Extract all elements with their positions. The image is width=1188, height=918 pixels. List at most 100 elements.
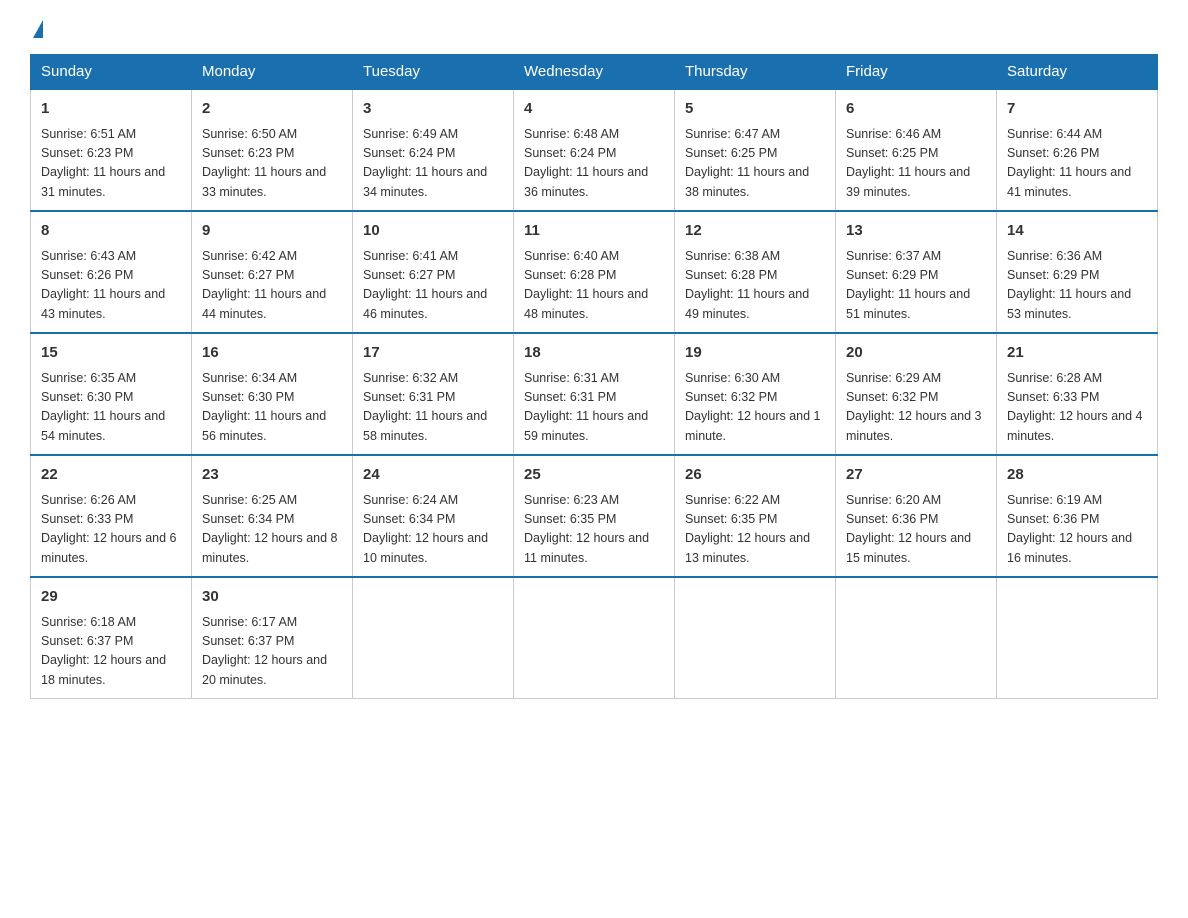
day-cell-23: 23 Sunrise: 6:25 AMSunset: 6:34 PMDayligh… xyxy=(192,455,353,577)
day-number: 11 xyxy=(524,220,664,243)
day-info: Sunrise: 6:28 AMSunset: 6:33 PMDaylight:… xyxy=(1007,369,1147,447)
day-cell-28: 28 Sunrise: 6:19 AMSunset: 6:36 PMDayligh… xyxy=(997,455,1158,577)
day-cell-24: 24 Sunrise: 6:24 AMSunset: 6:34 PMDayligh… xyxy=(353,455,514,577)
day-cell-6: 6 Sunrise: 6:46 AMSunset: 6:25 PMDaylight… xyxy=(836,89,997,211)
day-number: 26 xyxy=(685,464,825,487)
day-info: Sunrise: 6:30 AMSunset: 6:32 PMDaylight:… xyxy=(685,369,825,447)
day-number: 13 xyxy=(846,220,986,243)
weekday-header-sunday: Sunday xyxy=(31,55,192,90)
week-row-5: 29 Sunrise: 6:18 AMSunset: 6:37 PMDayligh… xyxy=(31,577,1158,699)
weekday-header-wednesday: Wednesday xyxy=(514,55,675,90)
day-info: Sunrise: 6:19 AMSunset: 6:36 PMDaylight:… xyxy=(1007,491,1147,569)
day-cell-16: 16 Sunrise: 6:34 AMSunset: 6:30 PMDayligh… xyxy=(192,333,353,455)
day-cell-1: 1 Sunrise: 6:51 AMSunset: 6:23 PMDaylight… xyxy=(31,89,192,211)
day-number: 24 xyxy=(363,464,503,487)
day-cell-2: 2 Sunrise: 6:50 AMSunset: 6:23 PMDaylight… xyxy=(192,89,353,211)
day-cell-7: 7 Sunrise: 6:44 AMSunset: 6:26 PMDaylight… xyxy=(997,89,1158,211)
day-info: Sunrise: 6:46 AMSunset: 6:25 PMDaylight:… xyxy=(846,125,986,203)
day-cell-9: 9Sunrise: 6:42 AMSunset: 6:27 PMDaylight… xyxy=(192,211,353,333)
day-cell-8: 8 Sunrise: 6:43 AMSunset: 6:26 PMDaylight… xyxy=(31,211,192,333)
day-number: 17 xyxy=(363,342,503,365)
day-cell-20: 20 Sunrise: 6:29 AMSunset: 6:32 PMDayligh… xyxy=(836,333,997,455)
weekday-header-tuesday: Tuesday xyxy=(353,55,514,90)
day-number: 8 xyxy=(41,220,181,243)
day-info: Sunrise: 6:38 AMSunset: 6:28 PMDaylight:… xyxy=(685,247,825,325)
day-info: Sunrise: 6:24 AMSunset: 6:34 PMDaylight:… xyxy=(363,491,503,569)
day-number: 7 xyxy=(1007,98,1147,121)
day-cell-25: 25 Sunrise: 6:23 AMSunset: 6:35 PMDayligh… xyxy=(514,455,675,577)
day-number: 20 xyxy=(846,342,986,365)
empty-cell xyxy=(997,577,1158,699)
day-info: Sunrise: 6:31 AMSunset: 6:31 PMDaylight:… xyxy=(524,369,664,447)
day-cell-22: 22Sunrise: 6:26 AMSunset: 6:33 PMDayligh… xyxy=(31,455,192,577)
week-row-4: 22Sunrise: 6:26 AMSunset: 6:33 PMDayligh… xyxy=(31,455,1158,577)
day-number: 1 xyxy=(41,98,181,121)
day-info: Sunrise: 6:20 AMSunset: 6:36 PMDaylight:… xyxy=(846,491,986,569)
day-number: 29 xyxy=(41,586,181,609)
day-info: Sunrise: 6:17 AMSunset: 6:37 PMDaylight:… xyxy=(202,613,342,691)
day-info: Sunrise: 6:43 AMSunset: 6:26 PMDaylight:… xyxy=(41,247,181,325)
day-info: Sunrise: 6:36 AMSunset: 6:29 PMDaylight:… xyxy=(1007,247,1147,325)
day-number: 3 xyxy=(363,98,503,121)
weekday-header-row: SundayMondayTuesdayWednesdayThursdayFrid… xyxy=(31,55,1158,90)
day-number: 30 xyxy=(202,586,342,609)
day-info: Sunrise: 6:18 AMSunset: 6:37 PMDaylight:… xyxy=(41,613,181,691)
weekday-header-thursday: Thursday xyxy=(675,55,836,90)
day-number: 18 xyxy=(524,342,664,365)
day-info: Sunrise: 6:50 AMSunset: 6:23 PMDaylight:… xyxy=(202,125,342,203)
day-cell-10: 10 Sunrise: 6:41 AMSunset: 6:27 PMDayligh… xyxy=(353,211,514,333)
day-number: 16 xyxy=(202,342,342,365)
day-number: 6 xyxy=(846,98,986,121)
day-cell-3: 3 Sunrise: 6:49 AMSunset: 6:24 PMDaylight… xyxy=(353,89,514,211)
empty-cell xyxy=(514,577,675,699)
day-number: 27 xyxy=(846,464,986,487)
day-number: 2 xyxy=(202,98,342,121)
day-info: Sunrise: 6:47 AMSunset: 6:25 PMDaylight:… xyxy=(685,125,825,203)
page-header xyxy=(30,20,1158,36)
day-number: 5 xyxy=(685,98,825,121)
day-number: 19 xyxy=(685,342,825,365)
day-number: 10 xyxy=(363,220,503,243)
week-row-2: 8 Sunrise: 6:43 AMSunset: 6:26 PMDaylight… xyxy=(31,211,1158,333)
day-cell-18: 18 Sunrise: 6:31 AMSunset: 6:31 PMDayligh… xyxy=(514,333,675,455)
logo-triangle-icon xyxy=(33,20,43,38)
day-number: 21 xyxy=(1007,342,1147,365)
day-info: Sunrise: 6:25 AMSunset: 6:34 PMDaylight:… xyxy=(202,491,342,569)
day-cell-17: 17 Sunrise: 6:32 AMSunset: 6:31 PMDayligh… xyxy=(353,333,514,455)
day-cell-4: 4Sunrise: 6:48 AMSunset: 6:24 PMDaylight… xyxy=(514,89,675,211)
day-cell-29: 29 Sunrise: 6:18 AMSunset: 6:37 PMDayligh… xyxy=(31,577,192,699)
day-cell-11: 11 Sunrise: 6:40 AMSunset: 6:28 PMDayligh… xyxy=(514,211,675,333)
weekday-header-friday: Friday xyxy=(836,55,997,90)
week-row-1: 1 Sunrise: 6:51 AMSunset: 6:23 PMDaylight… xyxy=(31,89,1158,211)
day-info: Sunrise: 6:37 AMSunset: 6:29 PMDaylight:… xyxy=(846,247,986,325)
day-info: Sunrise: 6:34 AMSunset: 6:30 PMDaylight:… xyxy=(202,369,342,447)
week-row-3: 15Sunrise: 6:35 AMSunset: 6:30 PMDayligh… xyxy=(31,333,1158,455)
day-info: Sunrise: 6:42 AMSunset: 6:27 PMDaylight:… xyxy=(202,247,342,325)
day-info: Sunrise: 6:35 AMSunset: 6:30 PMDaylight:… xyxy=(41,369,181,447)
day-cell-13: 13 Sunrise: 6:37 AMSunset: 6:29 PMDayligh… xyxy=(836,211,997,333)
day-cell-21: 21 Sunrise: 6:28 AMSunset: 6:33 PMDayligh… xyxy=(997,333,1158,455)
empty-cell xyxy=(675,577,836,699)
day-info: Sunrise: 6:29 AMSunset: 6:32 PMDaylight:… xyxy=(846,369,986,447)
day-cell-26: 26Sunrise: 6:22 AMSunset: 6:35 PMDayligh… xyxy=(675,455,836,577)
logo xyxy=(30,20,43,36)
day-cell-19: 19 Sunrise: 6:30 AMSunset: 6:32 PMDayligh… xyxy=(675,333,836,455)
day-info: Sunrise: 6:40 AMSunset: 6:28 PMDaylight:… xyxy=(524,247,664,325)
day-cell-15: 15Sunrise: 6:35 AMSunset: 6:30 PMDayligh… xyxy=(31,333,192,455)
weekday-header-saturday: Saturday xyxy=(997,55,1158,90)
day-info: Sunrise: 6:44 AMSunset: 6:26 PMDaylight:… xyxy=(1007,125,1147,203)
day-info: Sunrise: 6:49 AMSunset: 6:24 PMDaylight:… xyxy=(363,125,503,203)
day-number: 28 xyxy=(1007,464,1147,487)
empty-cell xyxy=(836,577,997,699)
empty-cell xyxy=(353,577,514,699)
day-info: Sunrise: 6:23 AMSunset: 6:35 PMDaylight:… xyxy=(524,491,664,569)
day-info: Sunrise: 6:32 AMSunset: 6:31 PMDaylight:… xyxy=(363,369,503,447)
day-number: 12 xyxy=(685,220,825,243)
day-info: Sunrise: 6:51 AMSunset: 6:23 PMDaylight:… xyxy=(41,125,181,203)
day-number: 25 xyxy=(524,464,664,487)
day-number: 23 xyxy=(202,464,342,487)
day-cell-27: 27 Sunrise: 6:20 AMSunset: 6:36 PMDayligh… xyxy=(836,455,997,577)
day-info: Sunrise: 6:41 AMSunset: 6:27 PMDaylight:… xyxy=(363,247,503,325)
day-number: 14 xyxy=(1007,220,1147,243)
day-cell-14: 14 Sunrise: 6:36 AMSunset: 6:29 PMDayligh… xyxy=(997,211,1158,333)
